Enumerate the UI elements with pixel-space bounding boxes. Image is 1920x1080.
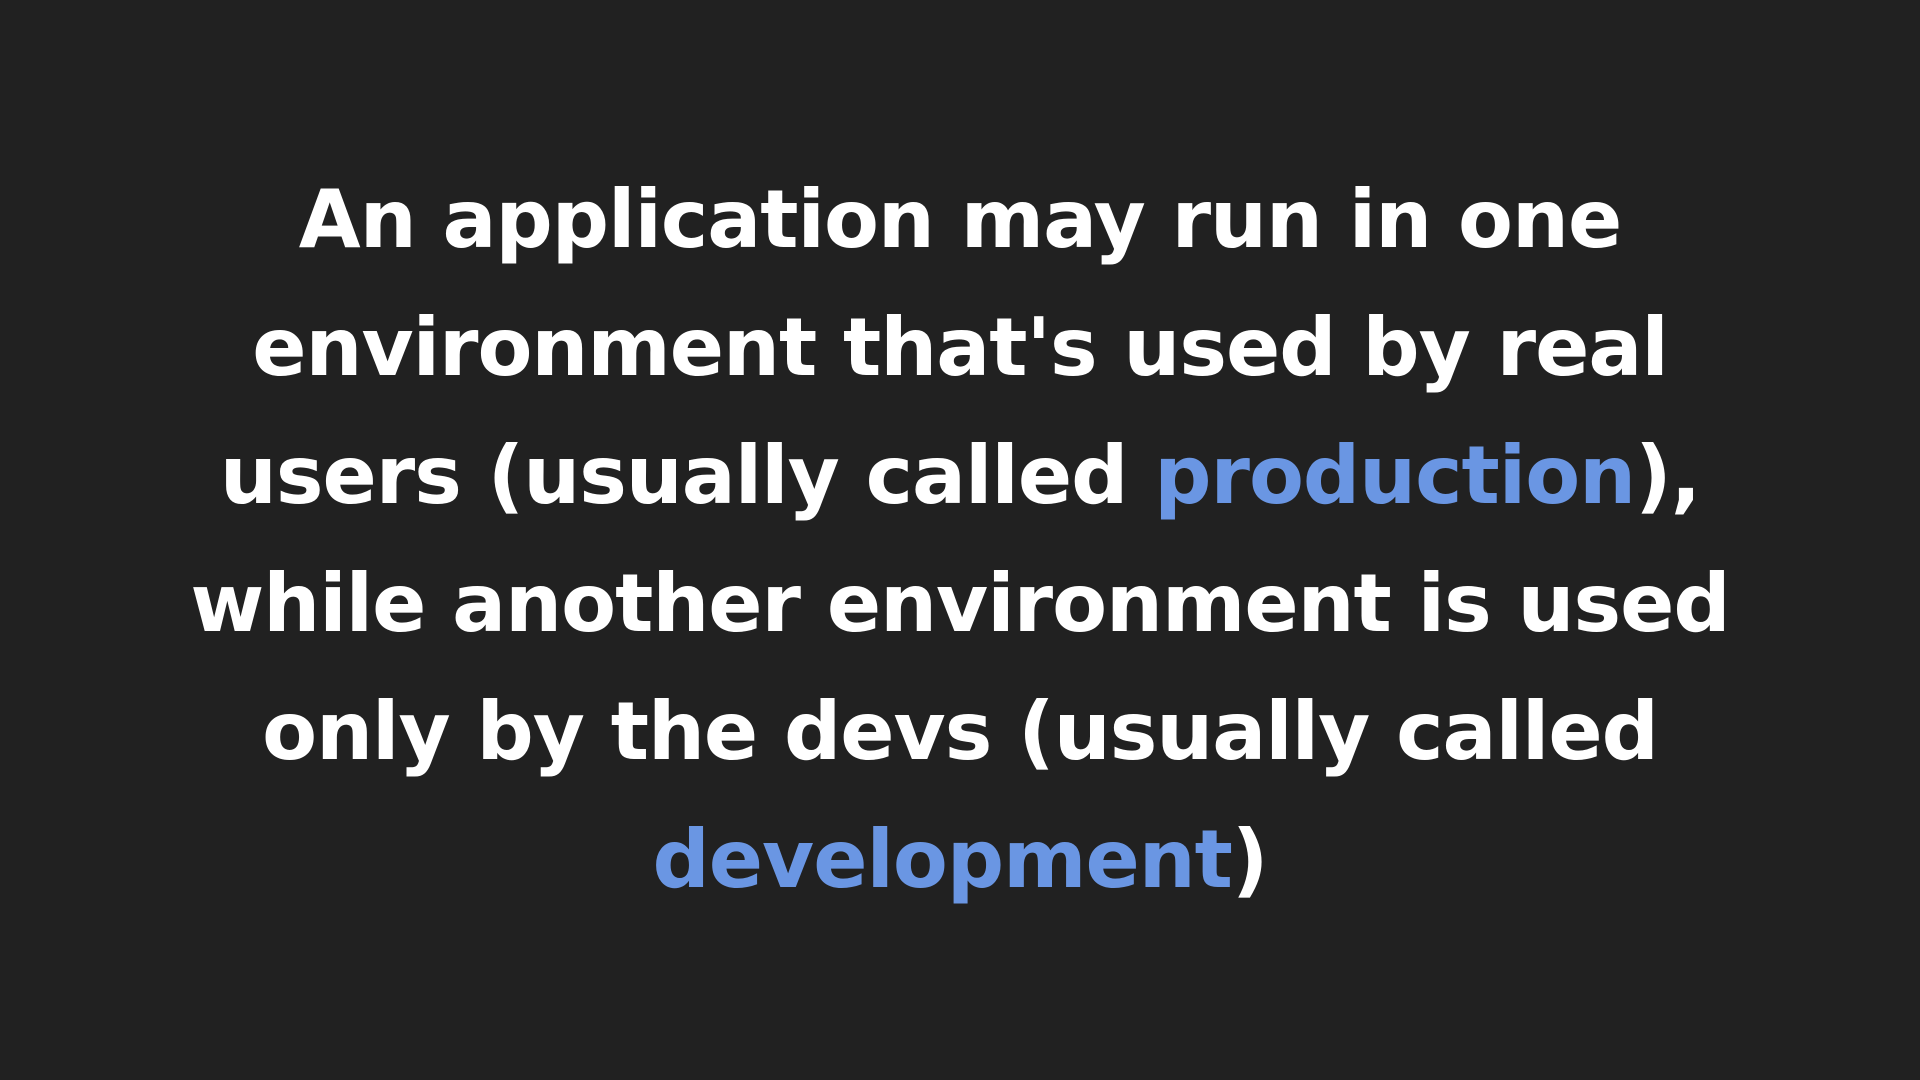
slide: An application may run in one environmen… [0, 0, 1920, 1080]
statement-line-2: environment that's used by real [252, 301, 1669, 394]
statement-line-6: development) [120, 796, 1800, 924]
statement-line-3: users (usually called production), [120, 412, 1800, 540]
development-keyword: development [652, 813, 1233, 906]
statement-line-5: only by the devs (usually called [262, 685, 1659, 778]
production-keyword: production [1154, 429, 1636, 522]
statement-line-3-after: ), [1635, 429, 1701, 522]
slide-statement: An application may run in one environmen… [120, 156, 1800, 924]
statement-line-4: while another environment is used [190, 557, 1730, 650]
statement-line-6-after: ) [1231, 813, 1269, 906]
statement-line-1: An application may run in one [298, 173, 1622, 266]
statement-line-3-before: users (usually called [219, 429, 1155, 522]
